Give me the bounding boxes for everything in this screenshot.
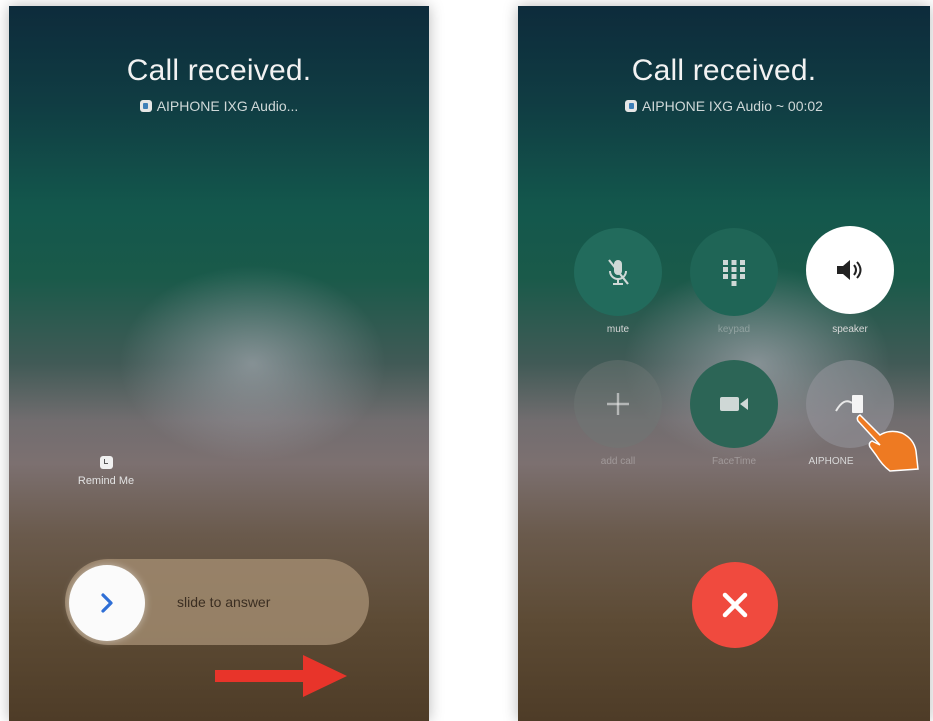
keypad-icon (723, 260, 745, 286)
caller-subtitle: AIPHONE IXG Audio... (9, 98, 429, 114)
speaker-label: speaker (832, 324, 868, 335)
keypad-label: keypad (717, 324, 751, 335)
slide-to-answer-slider[interactable]: slide to answer (65, 559, 369, 645)
keypad-button[interactable] (690, 228, 778, 316)
call-status-title: Call received. (631, 54, 817, 87)
clock-icon (99, 456, 113, 469)
video-camera-icon (720, 397, 748, 411)
slider-knob[interactable] (69, 565, 145, 641)
caller-name-duration: AIPHONE IXG Audio ~ 00:02 (642, 98, 823, 114)
facetime-button[interactable] (690, 360, 778, 448)
incoming-call-screen: Call received. AIPHONE IXG Audio... Remi… (9, 6, 429, 721)
remind-me-label: Remind Me (77, 475, 135, 487)
add-call-button[interactable] (574, 360, 662, 448)
red-arrow-right-icon (215, 655, 347, 697)
caller-subtitle: AIPHONE IXG Audio ~ 00:02 (518, 98, 930, 114)
active-call-screen: Call received. AIPHONE IXG Audio ~ 00:02… (518, 6, 930, 721)
plus-icon (607, 393, 629, 415)
app-icon (625, 100, 638, 112)
call-status-title: Call received. (126, 54, 312, 87)
mute-button[interactable] (574, 228, 662, 316)
end-call-button[interactable] (692, 562, 778, 648)
mic-muted-icon (608, 259, 629, 285)
speaker-button[interactable] (806, 226, 894, 314)
add-call-label: add call (600, 456, 636, 467)
pointing-hand-icon (856, 414, 919, 472)
remind-me-button[interactable]: Remind Me (61, 456, 151, 487)
facetime-label: FaceTime (711, 456, 757, 467)
chevron-right-icon (101, 593, 113, 613)
caller-name: AIPHONE IXG Audio... (156, 98, 299, 114)
slide-to-answer-label: slide to answer (177, 594, 271, 610)
app-icon (139, 100, 152, 112)
close-icon (722, 592, 748, 618)
speaker-icon (837, 260, 862, 280)
mute-label: mute (606, 324, 630, 335)
